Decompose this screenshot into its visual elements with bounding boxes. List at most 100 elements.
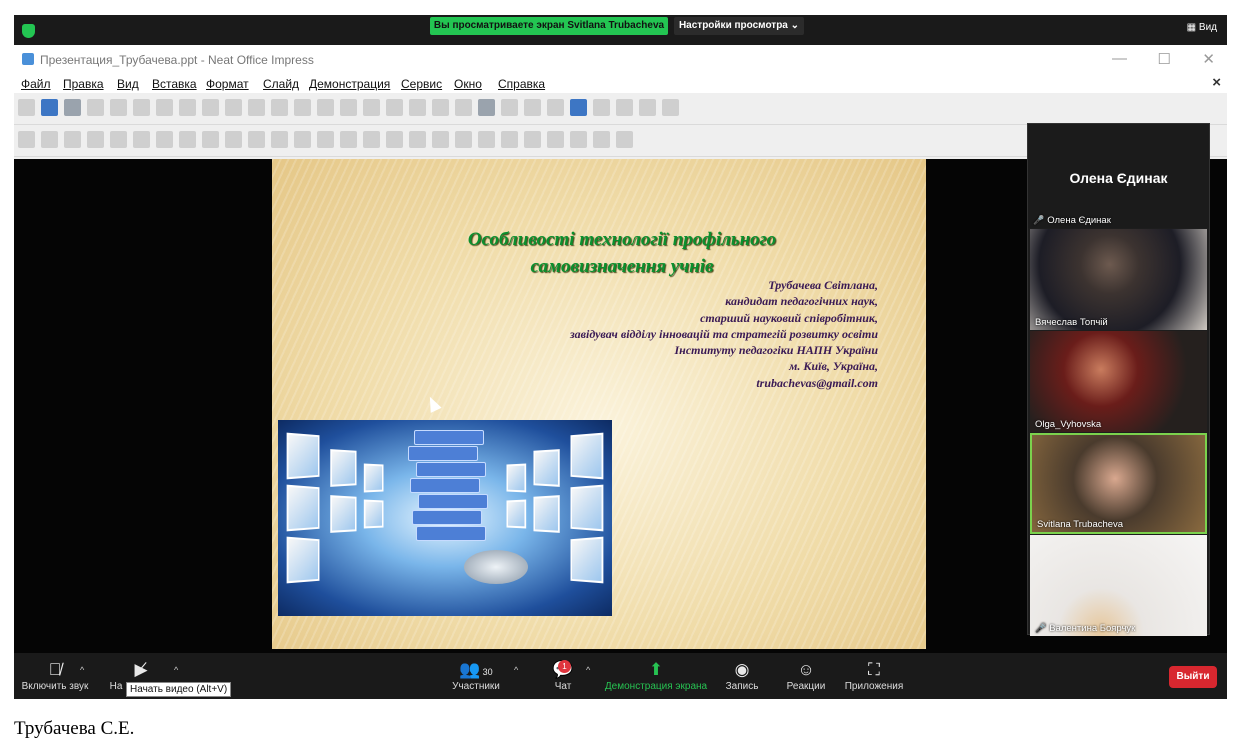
glue-points-icon[interactable] (593, 131, 610, 148)
crop-icon[interactable] (524, 131, 541, 148)
stars-icon[interactable] (363, 131, 380, 148)
active-speaker-tile[interactable]: Олена Єдинак 🎤 Олена Єдинак (1028, 124, 1209, 228)
align-icon[interactable] (432, 131, 449, 148)
slide-show-icon[interactable] (386, 99, 403, 116)
rotate-icon[interactable] (409, 131, 426, 148)
textbox-icon[interactable] (501, 99, 518, 116)
arrange-icon[interactable] (455, 131, 472, 148)
participants-chevron-icon[interactable]: ^ (514, 665, 518, 675)
find-icon[interactable] (271, 99, 288, 116)
animation-icon[interactable] (639, 99, 656, 116)
toggle-extrusion-icon[interactable] (616, 131, 633, 148)
callouts-icon[interactable] (340, 131, 357, 148)
video-tile-speaking[interactable]: Svitlana Trubacheva (1030, 433, 1207, 534)
draw-function-icon[interactable] (570, 99, 587, 116)
basic-shapes-icon[interactable] (248, 131, 265, 148)
apps-button[interactable]: ⛶ Приложения (842, 659, 906, 692)
menu-edit[interactable]: Правка (63, 77, 104, 91)
redo-icon[interactable] (248, 99, 265, 116)
participants-button[interactable]: 👥 30 Участники (446, 659, 506, 692)
chat-badge: 1 (558, 660, 571, 673)
open-icon[interactable] (41, 99, 58, 116)
menu-file[interactable]: Файл (21, 77, 51, 91)
menu-bar: Файл Правка Вид Вставка Формат Слайд Дем… (14, 73, 1227, 93)
image-icon[interactable] (363, 99, 380, 116)
participant-name-muted: 🎤 Валентина Боярчук (1035, 623, 1136, 634)
ellipse-icon[interactable] (156, 131, 173, 148)
unmute-button[interactable]: 🎙̸ Включить звук (20, 659, 90, 692)
3d-objects-icon[interactable] (386, 131, 403, 148)
duplicate-slide-icon[interactable] (455, 99, 472, 116)
arrow-icon[interactable] (179, 131, 196, 148)
points-icon[interactable] (570, 131, 587, 148)
save-icon[interactable] (64, 99, 81, 116)
slide-transition-icon[interactable] (616, 99, 633, 116)
menu-slide[interactable]: Слайд (263, 77, 299, 91)
master-slide-icon[interactable] (593, 99, 610, 116)
symbol-shapes-icon[interactable] (271, 131, 288, 148)
format-paintbrush-icon[interactable] (202, 99, 219, 116)
curve-icon[interactable] (202, 131, 219, 148)
menu-help[interactable]: Справка (498, 77, 545, 91)
video-options-chevron-icon[interactable]: ^ (174, 665, 178, 675)
slide[interactable]: Особливості технології профільного самов… (272, 159, 926, 649)
reactions-button[interactable]: ☺ Реакции (784, 659, 828, 692)
close-icon[interactable]: ✕ (1202, 50, 1215, 68)
chart-icon[interactable] (340, 99, 357, 116)
menu-format[interactable]: Формат (206, 77, 249, 91)
view-settings-button[interactable]: Настройки просмотра ⌄ (674, 17, 804, 35)
edit-file-icon[interactable] (87, 99, 104, 116)
menu-window[interactable]: Окно (454, 77, 482, 91)
shadow-icon[interactable] (501, 131, 518, 148)
block-arrows-icon[interactable] (294, 131, 311, 148)
audio-options-chevron-icon[interactable]: ^ (80, 665, 84, 675)
table-icon[interactable] (317, 99, 334, 116)
chat-button[interactable]: 💬 1 Чат (546, 659, 580, 692)
flowchart-icon[interactable] (317, 131, 334, 148)
maximize-icon[interactable]: ☐ (1158, 50, 1171, 68)
rectangle-icon[interactable] (133, 131, 150, 148)
line-color-icon[interactable] (64, 131, 81, 148)
menu-view[interactable]: Вид (117, 77, 139, 91)
menu-tools[interactable]: Сервис (401, 77, 442, 91)
fontwork-icon[interactable] (547, 99, 564, 116)
share-screen-icon: ⬆ (648, 660, 664, 679)
minimize-icon[interactable]: — (1112, 50, 1127, 67)
zoom-top-bar: Вы просматриваете экран Svitlana Trubach… (14, 15, 1227, 45)
record-icon: ◉ (734, 660, 750, 679)
participant-name: Svitlana Trubacheva (1037, 519, 1124, 530)
spellcheck-icon[interactable] (294, 99, 311, 116)
line-icon[interactable] (110, 131, 127, 148)
view-button[interactable]: ▦ Вид (1187, 22, 1217, 33)
new-icon[interactable] (18, 99, 35, 116)
participant-name: Вячеслав Топчій (1035, 317, 1108, 328)
security-shield-icon[interactable] (22, 24, 35, 38)
new-slide-icon[interactable] (432, 99, 449, 116)
zoom-bottom-toolbar: 🎙̸ Включить звук ^ ▶̸ На ^ Начать видео … (14, 655, 1227, 699)
select-icon[interactable] (18, 131, 35, 148)
fill-color-icon[interactable] (87, 131, 104, 148)
menu-insert[interactable]: Вставка (152, 77, 197, 91)
connector-icon[interactable] (225, 131, 242, 148)
copy-icon[interactable] (156, 99, 173, 116)
document-close-icon[interactable]: × (1212, 74, 1221, 91)
paste-icon[interactable] (179, 99, 196, 116)
zoom-icon[interactable] (41, 131, 58, 148)
chat-chevron-icon[interactable]: ^ (586, 665, 590, 675)
print-icon[interactable] (110, 99, 127, 116)
share-screen-button[interactable]: ⬆ Демонстрация экрана (604, 659, 708, 692)
leave-button[interactable]: Выйти (1169, 666, 1217, 688)
undo-icon[interactable] (225, 99, 242, 116)
navigator-icon[interactable] (662, 99, 679, 116)
media-icon[interactable] (478, 99, 495, 116)
menu-show[interactable]: Демонстрация (309, 77, 390, 91)
video-tile[interactable]: 🎤 Валентина Боярчук (1030, 535, 1207, 636)
extrusion-icon[interactable] (547, 131, 564, 148)
special-character-icon[interactable] (524, 99, 541, 116)
cut-icon[interactable] (133, 99, 150, 116)
video-tile[interactable]: Olga_Vyhovska (1030, 331, 1207, 432)
record-button[interactable]: ◉ Запись (722, 659, 762, 692)
slide-layout-icon[interactable] (409, 99, 426, 116)
video-tile[interactable]: Вячеслав Топчій (1030, 229, 1207, 330)
distribute-icon[interactable] (478, 131, 495, 148)
